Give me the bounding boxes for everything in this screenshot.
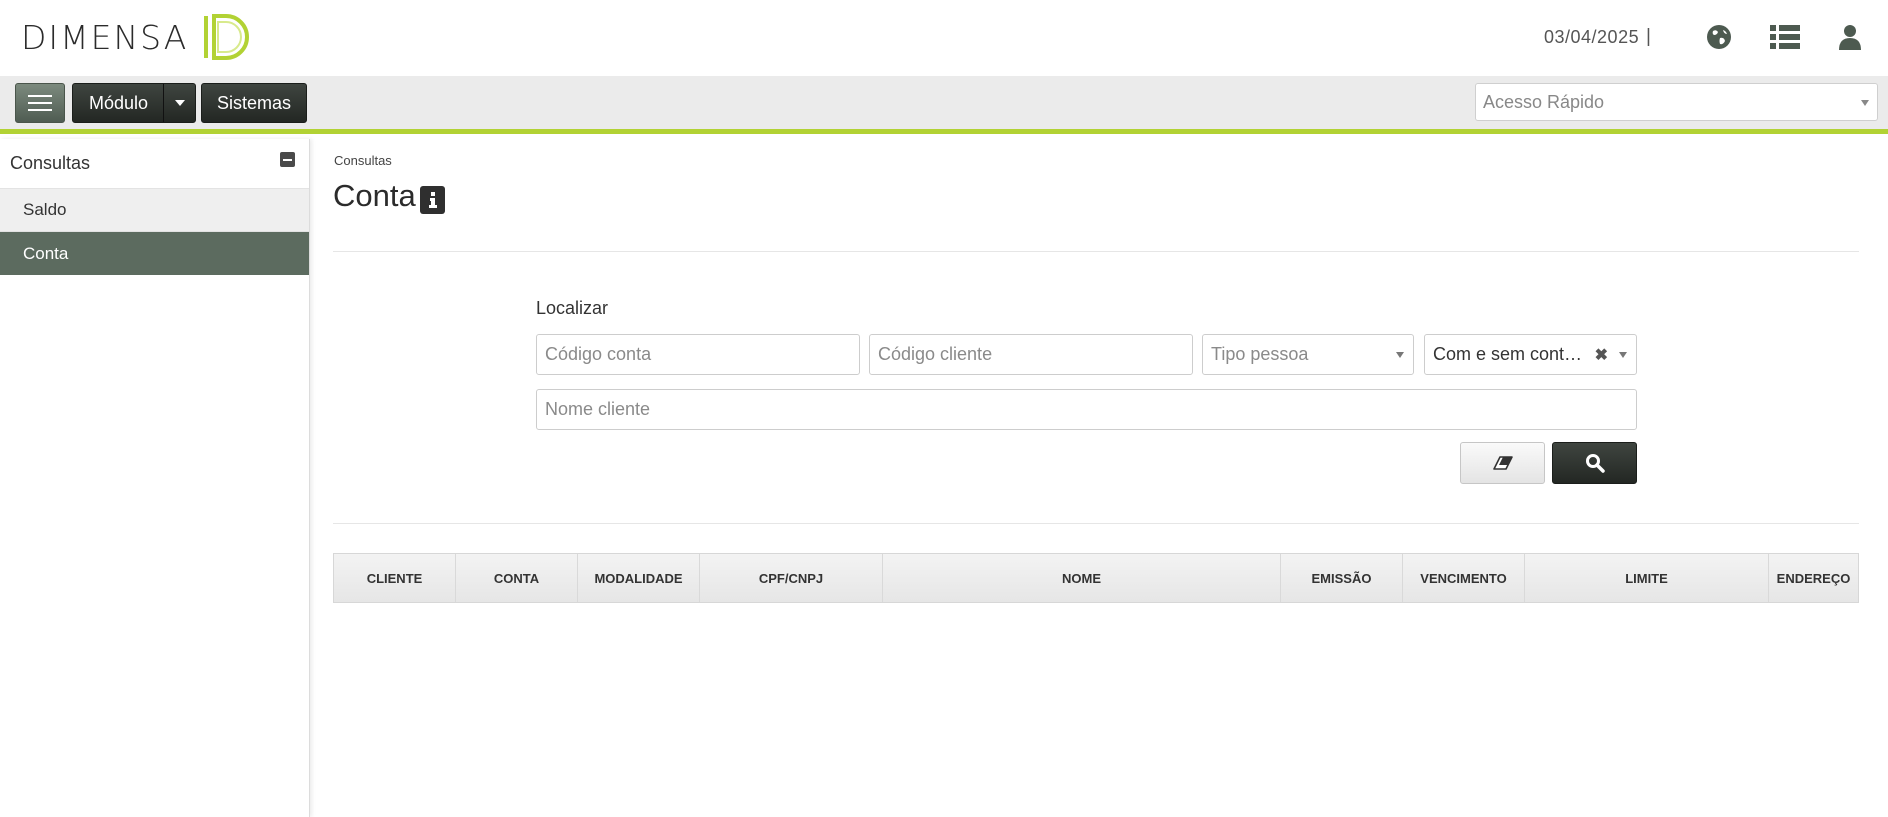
page-title: Conta (333, 178, 416, 213)
breadcrumb[interactable]: Consultas (334, 153, 392, 168)
caret-down-icon (1861, 100, 1869, 106)
column-header-conta[interactable]: CONTA (456, 554, 578, 602)
caret-down-icon (1619, 352, 1627, 358)
clear-filters-button[interactable] (1460, 442, 1545, 484)
modulo-button[interactable]: Módulo (72, 83, 196, 123)
search-icon (1585, 454, 1605, 473)
column-header-nome[interactable]: NOME (883, 554, 1281, 602)
globe-icon[interactable] (1704, 22, 1734, 52)
contrato-select[interactable]: Com e sem cont… ✖ (1424, 334, 1637, 375)
sidebar-item-conta[interactable]: Conta (0, 232, 309, 275)
eraser-icon (1492, 456, 1513, 470)
sistemas-label: Sistemas (216, 92, 292, 113)
sidebar: Consultas Saldo Conta (0, 139, 310, 817)
user-icon[interactable] (1835, 22, 1865, 52)
column-header-emissao[interactable]: EMISSÃO (1281, 554, 1403, 602)
codigo-conta-input[interactable] (536, 334, 860, 375)
caret-down-icon (1396, 352, 1404, 358)
column-header-modalidade[interactable]: MODALIDADE (578, 554, 700, 602)
collapse-icon[interactable] (280, 152, 295, 167)
toolbar: Módulo Sistemas Acesso Rápido (0, 76, 1888, 134)
sidebar-item-label: Saldo (23, 200, 67, 219)
date-separator: | (1646, 26, 1651, 47)
tipo-pessoa-select[interactable]: Tipo pessoa (1202, 334, 1414, 375)
column-header-cpf-cnpj[interactable]: CPF/CNPJ (700, 554, 883, 602)
divider (333, 251, 1859, 252)
logo-text: DIMENSA (21, 17, 189, 57)
quick-access-select[interactable]: Acesso Rápido (1475, 83, 1878, 121)
column-header-vencimento[interactable]: VENCIMENTO (1403, 554, 1525, 602)
column-header-endereco[interactable]: ENDEREÇO (1769, 554, 1858, 602)
clear-icon[interactable]: ✖ (1595, 345, 1608, 365)
list-icon[interactable] (1770, 22, 1800, 52)
divider (333, 523, 1859, 524)
modulo-dropdown-toggle[interactable] (163, 84, 195, 122)
menu-toggle-button[interactable] (15, 83, 65, 123)
column-header-limite[interactable]: LIMITE (1525, 554, 1769, 602)
search-section-label: Localizar (536, 298, 609, 318)
caret-down-icon (174, 100, 185, 106)
logo-mark-icon (204, 14, 250, 60)
sidebar-item-label: Conta (23, 243, 69, 263)
codigo-cliente-input[interactable] (869, 334, 1193, 375)
top-header: DIMENSA 03/04/2025 | (0, 0, 1888, 76)
modulo-label: Módulo (89, 92, 149, 113)
search-button[interactable] (1552, 442, 1637, 484)
current-date: 03/04/2025 (1544, 27, 1640, 47)
column-header-cliente[interactable]: CLIENTE (334, 554, 456, 602)
tipo-pessoa-placeholder: Tipo pessoa (1211, 344, 1309, 364)
sidebar-item-saldo[interactable]: Saldo (0, 189, 309, 232)
quick-access-placeholder: Acesso Rápido (1483, 92, 1605, 112)
info-icon[interactable] (420, 186, 445, 214)
contrato-value: Com e sem cont… (1433, 344, 1583, 364)
hamburger-icon (28, 102, 52, 104)
sidebar-title: Consultas (10, 153, 91, 173)
sistemas-button[interactable]: Sistemas (201, 83, 307, 123)
nome-cliente-input[interactable] (536, 389, 1637, 430)
sidebar-header: Consultas (0, 139, 309, 189)
results-table-header: CLIENTE CONTA MODALIDADE CPF/CNPJ NOME E… (333, 553, 1859, 603)
dimensa-logo: DIMENSA (21, 10, 256, 64)
